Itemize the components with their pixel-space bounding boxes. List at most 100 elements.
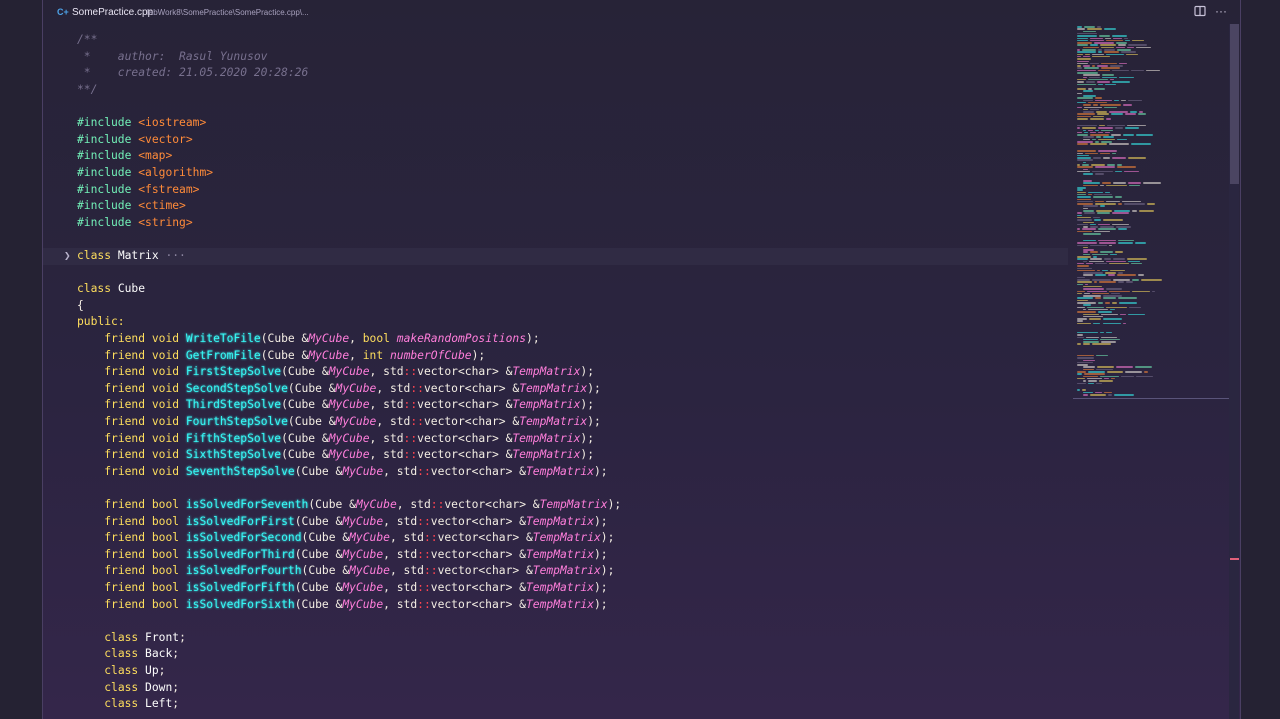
- fold-chevron-icon[interactable]: ❯: [64, 248, 71, 265]
- minimap-stroke: [1111, 157, 1127, 159]
- close-paren: );: [594, 514, 608, 528]
- code-line[interactable]: friend bool isSolvedForSixth(Cube &MyCub…: [43, 597, 1068, 614]
- minimap-stroke: [1136, 134, 1154, 136]
- code-line[interactable]: [43, 480, 1068, 497]
- code-line[interactable]: **/: [43, 82, 1068, 99]
- minimap-stroke: [1101, 46, 1115, 49]
- code-line[interactable]: #include <map>: [43, 148, 1068, 165]
- friend-keyword: friend: [104, 564, 146, 578]
- code-line[interactable]: friend void ThirdStepSolve(Cube &MyCube,…: [43, 397, 1068, 414]
- separator: ,: [389, 531, 404, 545]
- minimap-stroke: [1083, 136, 1095, 138]
- code-line[interactable]: friend void WriteToFile(Cube &MyCube, bo…: [43, 331, 1068, 348]
- code-line[interactable]: [43, 265, 1068, 282]
- minimap-stroke: [1128, 306, 1141, 309]
- code-line[interactable]: friend bool isSolvedForSeventh(Cube &MyC…: [43, 497, 1068, 514]
- code-line[interactable]: [43, 99, 1068, 116]
- class-keyword: class: [77, 249, 112, 262]
- minimap-stroke: [1095, 97, 1103, 99]
- minimap-stroke: [1104, 377, 1110, 380]
- code-line[interactable]: #include <iostream>: [43, 115, 1068, 132]
- minimap-stroke: [1106, 371, 1123, 373]
- minimap-stroke: [1077, 193, 1086, 196]
- minimap-stroke: [1092, 55, 1110, 58]
- minimap-stroke: [1087, 78, 1108, 81]
- minimap-stroke: [1103, 297, 1116, 299]
- minimap[interactable]: [1073, 24, 1231, 404]
- code-line[interactable]: [43, 231, 1068, 248]
- code-line[interactable]: {: [43, 298, 1068, 315]
- code-line[interactable]: friend void SixthStepSolve(Cube &MyCube,…: [43, 447, 1068, 464]
- minimap-stroke: [1084, 26, 1096, 28]
- minimap-stroke: [1115, 366, 1133, 368]
- code-line[interactable]: class Cube: [43, 281, 1068, 298]
- code-line[interactable]: friend bool isSolvedForFourth(Cube &MyCu…: [43, 563, 1068, 580]
- code-line[interactable]: #include <fstream>: [43, 182, 1068, 199]
- minimap-stroke: [1092, 170, 1113, 173]
- minimap-stroke: [1077, 92, 1083, 95]
- minimap-stroke: [1077, 44, 1089, 46]
- type-keyword: void: [151, 431, 180, 445]
- minimap-stroke: [1077, 60, 1089, 62]
- code-line[interactable]: friend void FourthStepSolve(Cube &MyCube…: [43, 414, 1068, 431]
- code-line[interactable]: friend void SecondStepSolve(Cube &MyCube…: [43, 381, 1068, 398]
- minimap-stroke: [1095, 129, 1100, 131]
- minimap-stroke: [1082, 389, 1086, 391]
- param-name: MyCube: [342, 464, 384, 478]
- minimap-stroke: [1099, 331, 1105, 334]
- code-line[interactable]: ❯ class Matrix ···: [43, 248, 1068, 265]
- minimap-stroke: [1122, 322, 1127, 325]
- code-line[interactable]: friend void FifthStepSolve(Cube &MyCube,…: [43, 431, 1068, 448]
- minimap-stroke: [1101, 313, 1119, 315]
- friend-keyword: friend: [104, 498, 146, 511]
- code-line[interactable]: public:: [43, 314, 1068, 331]
- minimap-stroke: [1077, 154, 1090, 157]
- code-line[interactable]: friend bool isSolvedForFirst(Cube &MyCub…: [43, 514, 1068, 531]
- minimap-stroke: [1077, 373, 1083, 375]
- code-line[interactable]: class Left;: [43, 696, 1068, 713]
- minimap-stroke: [1083, 341, 1099, 343]
- code-line[interactable]: class Up;: [43, 663, 1068, 680]
- param-name: numberOfCube: [389, 348, 472, 362]
- code-line[interactable]: #include <vector>: [43, 132, 1068, 149]
- code-line[interactable]: [43, 613, 1068, 630]
- close-paren: );: [594, 597, 608, 611]
- minimap-stroke: [1077, 134, 1089, 136]
- minimap-stroke: [1103, 136, 1114, 138]
- code-line[interactable]: class Back;: [43, 646, 1068, 663]
- type-keyword: void: [151, 415, 180, 428]
- code-line[interactable]: class Down;: [43, 680, 1068, 697]
- code-line[interactable]: friend bool isSolvedForSecond(Cube &MyCu…: [43, 530, 1068, 547]
- minimap-stroke: [1077, 219, 1092, 221]
- nested-class-name: Up: [145, 664, 159, 677]
- more-actions-icon[interactable]: ···: [1215, 4, 1227, 18]
- code-line[interactable]: * author: Rasul Yunusov: [43, 49, 1068, 66]
- minimap-stroke: [1084, 106, 1103, 108]
- code-line[interactable]: #include <algorithm>: [43, 165, 1068, 182]
- scope-operator: ::: [417, 597, 431, 611]
- code-editor[interactable]: C+ SomePractice.cpp labWork8\SomePractic…: [42, 0, 1241, 719]
- friend-keyword: friend: [104, 581, 146, 594]
- code-line[interactable]: * created: 21.05.2020 20:28:26: [43, 65, 1068, 82]
- code-line[interactable]: friend void GetFromFile(Cube &MyCube, in…: [43, 348, 1068, 365]
- close-paren: );: [607, 498, 622, 511]
- minimap-stroke: [1090, 244, 1107, 246]
- minimap-stroke: [1085, 152, 1099, 154]
- code-area[interactable]: /** * author: Rasul Yunusov * created: 2…: [43, 0, 1068, 719]
- scrollbar-thumb[interactable]: [1230, 24, 1239, 184]
- close-paren: );: [600, 564, 615, 578]
- minimap-stroke: [1101, 336, 1117, 338]
- code-line[interactable]: class Front;: [43, 630, 1068, 647]
- split-editor-icon[interactable]: [1194, 5, 1206, 17]
- code-line[interactable]: #include <string>: [43, 215, 1068, 232]
- minimap-stroke: [1077, 279, 1091, 281]
- minimap-stroke: [1099, 375, 1120, 378]
- code-line[interactable]: friend void SeventhStepSolve(Cube &MyCub…: [43, 464, 1068, 481]
- code-line[interactable]: friend void FirstStepSolve(Cube &MyCube,…: [43, 364, 1068, 381]
- code-line[interactable]: friend bool isSolvedForThird(Cube &MyCub…: [43, 547, 1068, 564]
- minimap-stroke: [1077, 157, 1092, 159]
- code-line[interactable]: /**: [43, 32, 1068, 49]
- code-line[interactable]: friend bool isSolvedForFifth(Cube &MyCub…: [43, 580, 1068, 597]
- code-line[interactable]: #include <ctime>: [43, 198, 1068, 215]
- friend-keyword: friend: [104, 547, 146, 561]
